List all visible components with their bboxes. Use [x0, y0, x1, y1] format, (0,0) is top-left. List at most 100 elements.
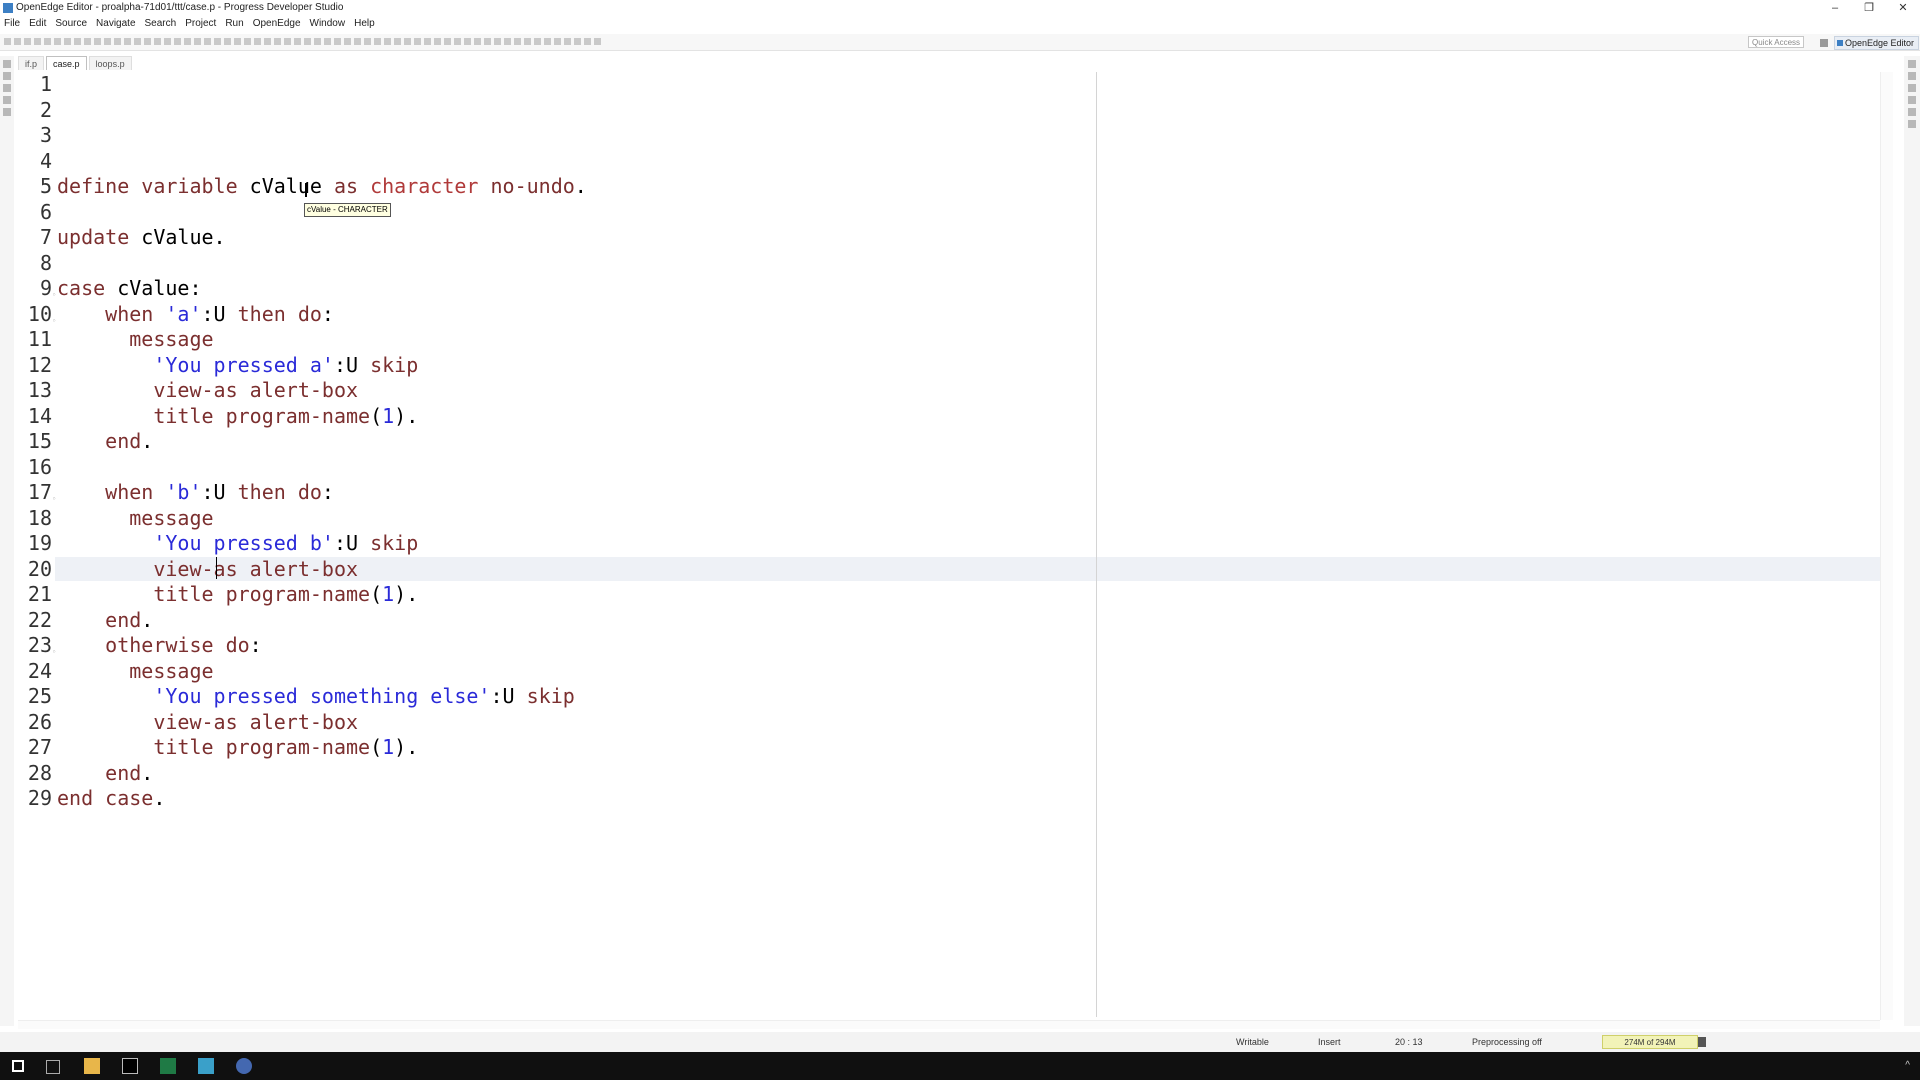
menu-window[interactable]: Window: [310, 17, 346, 31]
code-text[interactable]: view-as alert-box: [57, 378, 358, 404]
menu-source[interactable]: Source: [55, 17, 87, 31]
minimized-view-icon[interactable]: [1908, 60, 1916, 68]
toolbar-action-icon[interactable]: [534, 38, 541, 45]
vertical-scrollbar[interactable]: [1880, 72, 1893, 1020]
minimized-view-icon[interactable]: [1908, 96, 1916, 104]
terminal-icon[interactable]: [122, 1058, 138, 1074]
fold-toggle-icon[interactable]: ◦: [52, 283, 56, 309]
tab-loops-p[interactable]: loops.p: [88, 56, 132, 70]
horizontal-scrollbar[interactable]: [18, 1020, 1880, 1029]
task-view-icon[interactable]: [46, 1060, 60, 1074]
menu-file[interactable]: File: [4, 17, 20, 31]
toolbar-action-icon[interactable]: [554, 38, 561, 45]
menu-project[interactable]: Project: [185, 17, 216, 31]
toolbar-action-icon[interactable]: [504, 38, 511, 45]
toolbar-action-icon[interactable]: [264, 38, 271, 45]
menu-edit[interactable]: Edit: [29, 17, 46, 31]
toolbar-action-icon[interactable]: [564, 38, 571, 45]
toolbar-action-icon[interactable]: [524, 38, 531, 45]
fold-toggle-icon[interactable]: ◦: [52, 309, 56, 335]
menu-help[interactable]: Help: [354, 17, 375, 31]
toolbar-action-icon[interactable]: [574, 38, 581, 45]
toolbar-action-icon[interactable]: [74, 38, 81, 45]
toolbar-action-icon[interactable]: [174, 38, 181, 45]
code-text[interactable]: otherwise do:: [57, 633, 262, 659]
calculator-icon[interactable]: [198, 1058, 214, 1074]
code-text[interactable]: end case.: [57, 786, 165, 812]
toolbar-action-icon[interactable]: [54, 38, 61, 45]
toolbar-action-icon[interactable]: [24, 38, 31, 45]
toolbar-action-icon[interactable]: [104, 38, 111, 45]
toolbar-action-icon[interactable]: [194, 38, 201, 45]
menu-search[interactable]: Search: [145, 17, 177, 31]
code-text[interactable]: end.: [57, 608, 153, 634]
toolbar-action-icon[interactable]: [4, 38, 11, 45]
toolbar-action-icon[interactable]: [464, 38, 471, 45]
open-perspective-icon[interactable]: [1820, 39, 1828, 47]
toolbar-action-icon[interactable]: [94, 38, 101, 45]
code-text[interactable]: end.: [57, 761, 153, 787]
developer-studio-icon[interactable]: [236, 1058, 252, 1074]
toolbar-action-icon[interactable]: [364, 38, 371, 45]
code-text[interactable]: message: [57, 659, 213, 685]
minimized-view-icon[interactable]: [1908, 120, 1916, 128]
toolbar-action-icon[interactable]: [404, 38, 411, 45]
code-text[interactable]: when 'b':U then do:: [57, 480, 334, 506]
code-text[interactable]: 'You pressed a':U skip: [57, 353, 418, 379]
code-text[interactable]: title program-name(1).: [57, 582, 418, 608]
toolbar-action-icon[interactable]: [414, 38, 421, 45]
toolbar-action-icon[interactable]: [234, 38, 241, 45]
fold-toggle-icon[interactable]: ◦: [52, 487, 56, 513]
toolbar-action-icon[interactable]: [254, 38, 261, 45]
toolbar-action-icon[interactable]: [324, 38, 331, 45]
tab-case-p[interactable]: case.p: [46, 56, 87, 70]
toolbar-action-icon[interactable]: [14, 38, 21, 45]
file-explorer-icon[interactable]: [84, 1058, 100, 1074]
toolbar-action-icon[interactable]: [494, 38, 501, 45]
toolbar-action-icon[interactable]: [394, 38, 401, 45]
toolbar-action-icon[interactable]: [294, 38, 301, 45]
code-text[interactable]: message: [57, 506, 213, 532]
toolbar-action-icon[interactable]: [314, 38, 321, 45]
toolbar-action-icon[interactable]: [514, 38, 521, 45]
toolbar-action-icon[interactable]: [284, 38, 291, 45]
toolbar-action-icon[interactable]: [354, 38, 361, 45]
code-text[interactable]: define variable cValue as character no-u…: [57, 174, 587, 200]
minimized-view-icon[interactable]: [1908, 108, 1916, 116]
code-text[interactable]: 'You pressed b':U skip: [57, 531, 418, 557]
toolbar-action-icon[interactable]: [134, 38, 141, 45]
fold-toggle-icon[interactable]: ◦: [52, 640, 56, 666]
toolbar-action-icon[interactable]: [584, 38, 591, 45]
toolbar-action-icon[interactable]: [34, 38, 41, 45]
minimized-view-icon[interactable]: [3, 60, 11, 68]
code-text[interactable]: update cValue.: [57, 225, 226, 251]
toolbar-action-icon[interactable]: [184, 38, 191, 45]
toolbar-action-icon[interactable]: [434, 38, 441, 45]
toolbar-action-icon[interactable]: [474, 38, 481, 45]
restore-button[interactable]: ❐: [1852, 0, 1886, 16]
toolbar-action-icon[interactable]: [274, 38, 281, 45]
toolbar-action-icon[interactable]: [344, 38, 351, 45]
toolbar-action-icon[interactable]: [544, 38, 551, 45]
code-text[interactable]: 'You pressed something else':U skip: [57, 684, 574, 710]
toolbar-action-icon[interactable]: [214, 38, 221, 45]
code-text[interactable]: title program-name(1).: [57, 404, 418, 430]
menu-run[interactable]: Run: [225, 17, 243, 31]
menu-navigate[interactable]: Navigate: [96, 17, 135, 31]
tab-if-p[interactable]: if.p: [18, 56, 45, 70]
toolbar-action-icon[interactable]: [384, 38, 391, 45]
excel-icon[interactable]: [160, 1058, 176, 1074]
code-text[interactable]: view-as alert-box: [57, 710, 358, 736]
toolbar-action-icon[interactable]: [124, 38, 131, 45]
quick-access-input[interactable]: Quick Access: [1748, 36, 1804, 48]
code-text[interactable]: view-as alert-box: [57, 557, 358, 583]
toolbar-action-icon[interactable]: [84, 38, 91, 45]
windows-start-icon[interactable]: [12, 1060, 24, 1072]
toolbar-action-icon[interactable]: [64, 38, 71, 45]
close-button[interactable]: ✕: [1886, 0, 1920, 16]
toolbar-action-icon[interactable]: [164, 38, 171, 45]
code-text[interactable]: case cValue:: [57, 276, 202, 302]
toolbar-action-icon[interactable]: [154, 38, 161, 45]
minimize-button[interactable]: –: [1818, 0, 1852, 16]
toolbar-action-icon[interactable]: [204, 38, 211, 45]
